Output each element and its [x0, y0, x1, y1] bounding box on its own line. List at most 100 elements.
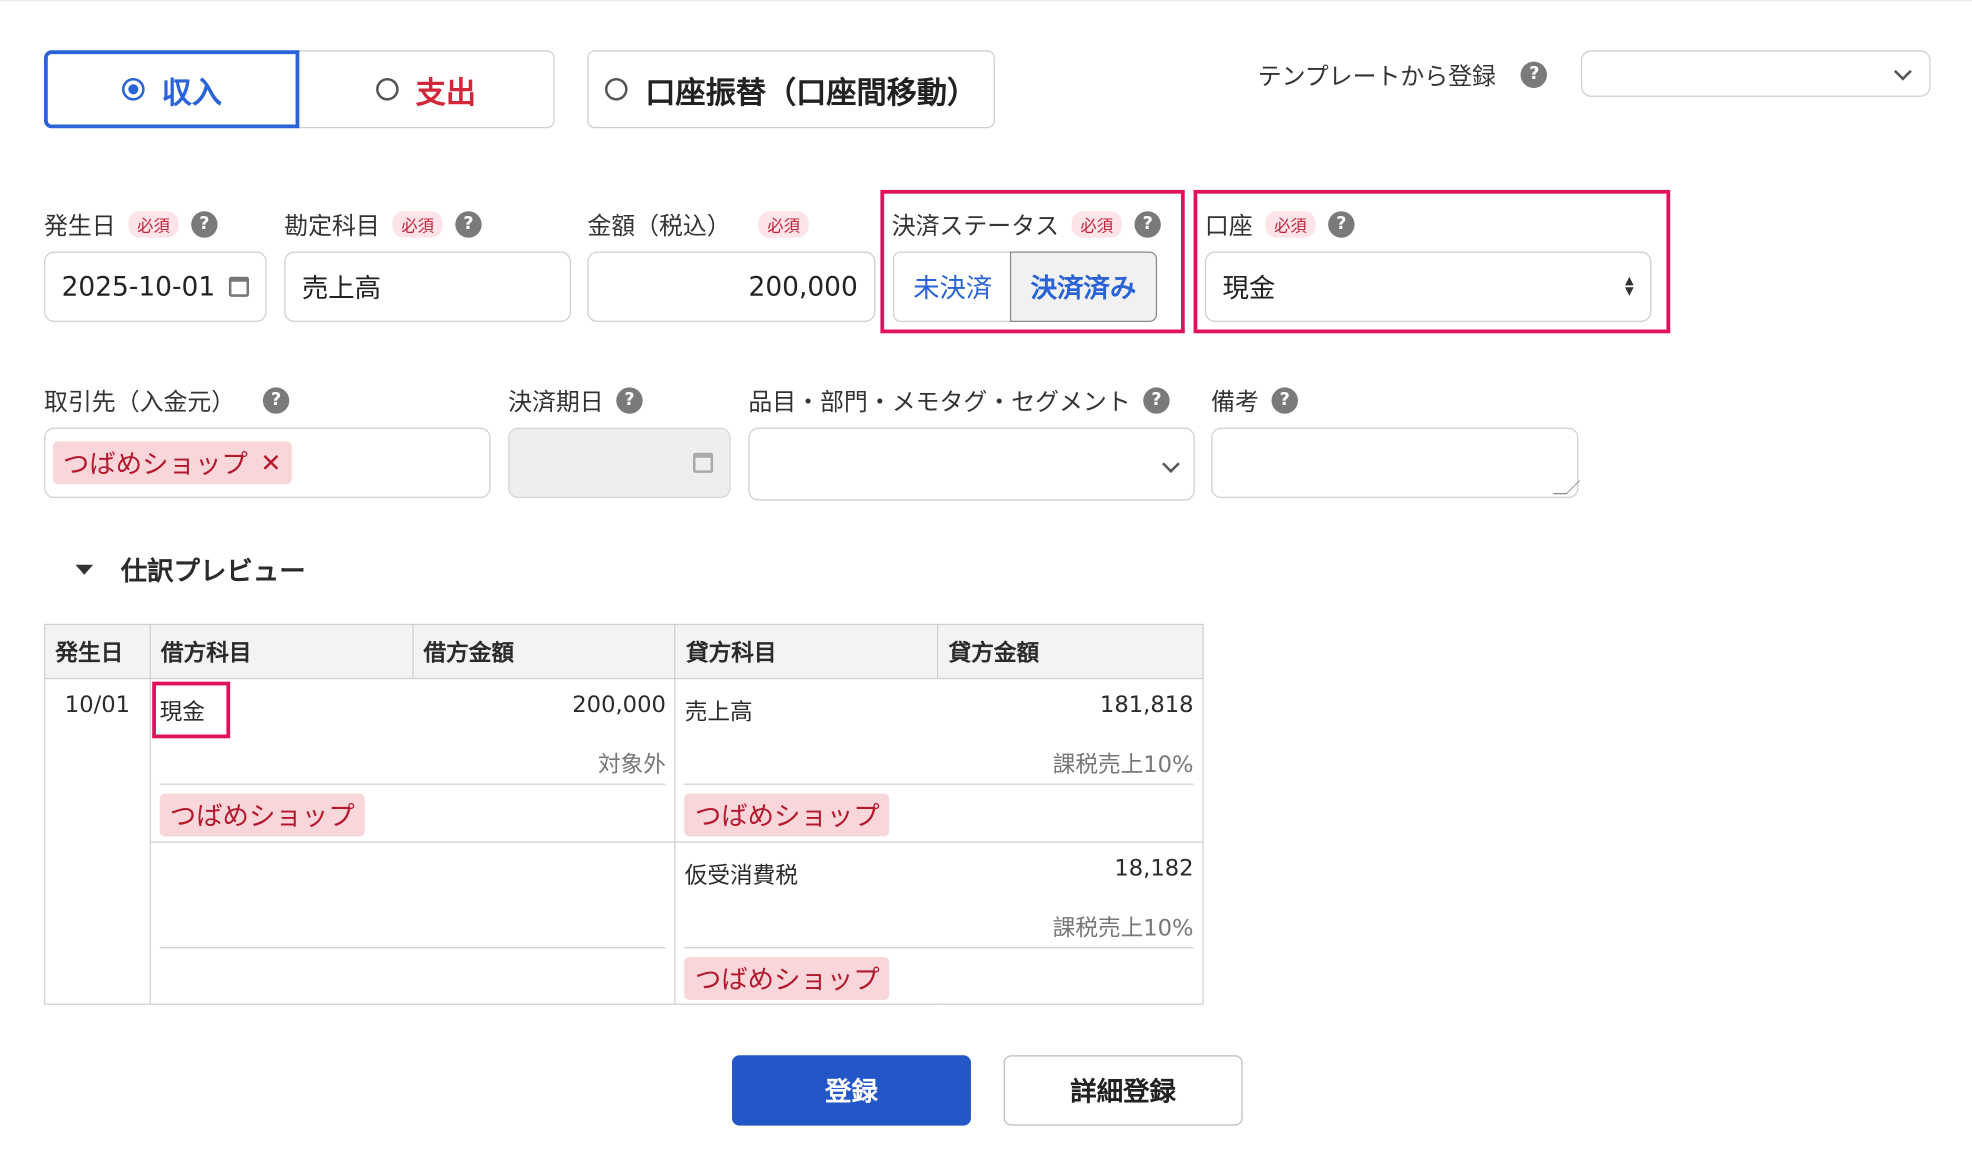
type-transfer-label: 口座振替（口座間移動）	[645, 74, 978, 111]
memo-textarea[interactable]	[1211, 427, 1581, 499]
help-icon[interactable]: ?	[1521, 60, 1548, 88]
help-icon[interactable]: ?	[262, 386, 290, 414]
credit-tax-1: 課税売上10%	[1052, 752, 1194, 779]
debit-tax: 対象外	[597, 752, 666, 779]
type-expense-label: 支出	[415, 74, 477, 111]
preview-title: 仕訳プレビュー	[120, 555, 306, 587]
memo-label: 備考	[1211, 388, 1259, 416]
memo-label-group: 備考 ?	[1211, 381, 1298, 419]
help-icon[interactable]: ?	[1271, 386, 1298, 414]
credit-account-2: 仮受消費税	[684, 862, 798, 890]
divider	[675, 841, 1203, 843]
required-badge: 必須	[758, 210, 809, 238]
credit-amount-1: 181,818	[1099, 691, 1194, 719]
resize-handle-icon[interactable]	[1552, 480, 1581, 495]
help-icon[interactable]: ?	[616, 386, 643, 414]
due-date-input	[508, 427, 731, 499]
partner-input[interactable]: つばめショップ ✕	[44, 427, 491, 499]
manual-journal-form: 収入 支出 口座振替（口座間移動） テンプレートから登録 ? 発生日 必須 ? …	[0, 0, 1972, 1170]
calendar-icon	[228, 276, 250, 297]
chevron-down-icon	[1162, 455, 1180, 473]
amount-input[interactable]: 200,000	[587, 251, 876, 322]
wallet-label: 口座	[1204, 211, 1253, 240]
required-badge: 必須	[1265, 210, 1316, 238]
date-label: 発生日	[44, 211, 116, 240]
calendar-icon	[692, 452, 714, 473]
status-unpaid-button[interactable]: 未決済	[892, 251, 1012, 322]
required-badge: 必須	[1071, 210, 1122, 238]
due-date-label: 決済期日	[508, 388, 604, 416]
partner-label-group: 取引先（入金元） ?	[44, 381, 290, 419]
credit-cell: 売上高 181,818 課税売上10% つばめショップ 仮受消費税 18,182…	[674, 678, 1204, 1005]
partner-tag-label: つばめショップ	[62, 448, 248, 480]
account-title-label-group: 勘定科目 必須 ?	[284, 205, 482, 243]
divider	[159, 947, 666, 949]
type-transfer-radio[interactable]: 口座振替（口座間移動）	[587, 50, 995, 129]
debit-cell: 現金 200,000 対象外 つばめショップ	[149, 678, 676, 1005]
remove-tag-icon[interactable]: ✕	[260, 448, 281, 478]
amount-label: 金額（税込）	[587, 211, 731, 240]
status-label: 決済ステータス	[891, 211, 1060, 240]
tags-label-group: 品目・部門・メモタグ・セグメント ?	[748, 381, 1170, 419]
required-badge: 必須	[392, 210, 443, 238]
date-value: 2025-10-01	[61, 271, 216, 302]
help-icon[interactable]: ?	[1134, 210, 1161, 238]
journal-preview-table: 発生日 借方科目 借方金額 貸方科目 貸方金額 10/01 現金 200,000…	[44, 623, 1204, 1005]
type-income-radio[interactable]: 収入	[44, 50, 300, 129]
template-select[interactable]	[1580, 50, 1931, 97]
chevron-down-icon	[1894, 62, 1912, 81]
required-badge: 必須	[128, 210, 179, 238]
preview-toggle[interactable]: 仕訳プレビュー	[75, 551, 306, 589]
debit-account: 現金	[159, 699, 205, 726]
divider	[150, 841, 675, 843]
divider	[684, 947, 1194, 949]
register-button[interactable]: 登録	[731, 1055, 971, 1126]
date-label-group: 発生日 必須 ?	[44, 205, 218, 243]
help-icon[interactable]: ?	[455, 210, 482, 238]
radio-icon	[604, 77, 628, 101]
credit-account-1: 売上高	[684, 699, 753, 726]
amount-label-group: 金額（税込） 必須	[587, 205, 809, 243]
debit-partner-tag: つばめショップ	[159, 793, 365, 837]
divider	[159, 783, 666, 785]
account-title-input[interactable]: 売上高	[284, 251, 571, 322]
wallet-label-group: 口座 必須 ?	[1205, 205, 1355, 243]
help-icon[interactable]: ?	[191, 210, 218, 238]
due-date-label-group: 決済期日 ?	[508, 381, 643, 419]
type-expense-radio[interactable]: 支出	[296, 50, 555, 129]
radio-selected-icon	[121, 77, 145, 101]
credit-partner-tag-1: つばめショップ	[684, 793, 890, 837]
divider	[684, 783, 1194, 785]
account-title-label: 勘定科目	[284, 211, 380, 240]
status-paid-button[interactable]: 決済済み	[1009, 251, 1158, 322]
top-divider	[0, 0, 1972, 2]
col-header-debit-account: 借方科目	[149, 623, 414, 680]
caret-down-icon	[75, 564, 94, 575]
credit-partner-tag-2: つばめショップ	[684, 957, 890, 1000]
select-arrows-icon: ▲ ▼	[1625, 275, 1634, 299]
radio-icon	[375, 77, 399, 101]
debit-amount: 200,000	[572, 691, 666, 719]
partner-tag: つばめショップ ✕	[52, 441, 292, 485]
col-header-credit-amount: 貸方金額	[937, 623, 1204, 680]
help-icon[interactable]: ?	[1328, 210, 1355, 238]
row-date: 10/01	[64, 691, 131, 719]
date-input[interactable]: 2025-10-01	[44, 251, 267, 322]
tags-label: 品目・部門・メモタグ・セグメント	[748, 388, 1131, 416]
detail-register-button[interactable]: 詳細登録	[1003, 1055, 1243, 1126]
wallet-value: 現金	[1222, 272, 1276, 304]
amount-value: 200,000	[748, 271, 858, 302]
col-header-debit-amount: 借方金額	[412, 623, 676, 680]
template-label: テンプレートから登録	[1257, 62, 1496, 90]
status-label-group: 決済ステータス 必須 ?	[892, 205, 1161, 243]
help-icon[interactable]: ?	[1143, 386, 1170, 414]
col-header-credit-account: 貸方科目	[674, 623, 939, 680]
type-income-label: 収入	[161, 74, 222, 111]
partner-label: 取引先（入金元）	[44, 388, 236, 416]
wallet-select[interactable]: 現金 ▲ ▼	[1204, 251, 1652, 322]
row-date-cell: 10/01	[44, 678, 151, 1005]
col-header-date: 発生日	[44, 623, 151, 680]
tags-select[interactable]	[748, 427, 1195, 501]
credit-amount-2: 18,182	[1114, 855, 1194, 882]
account-title-value: 売上高	[301, 272, 382, 304]
